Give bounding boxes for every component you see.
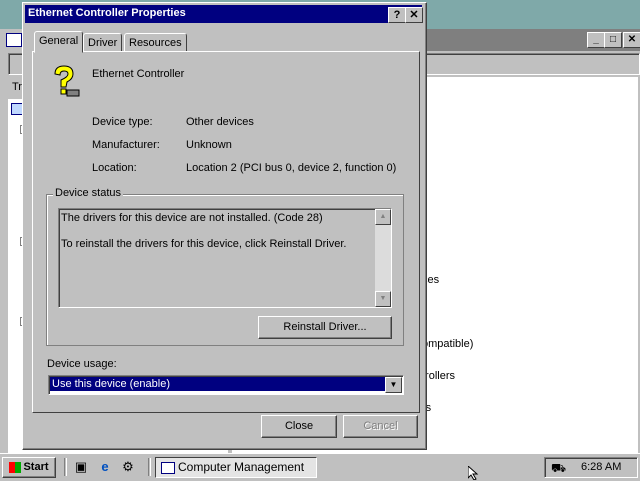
reinstall-driver-button[interactable]: Reinstall Driver... (258, 316, 392, 339)
taskbar-divider (148, 458, 151, 476)
close-icon[interactable]: ✕ (623, 32, 640, 48)
app-icon (6, 33, 22, 47)
minimize-icon[interactable]: _ (587, 32, 605, 48)
device-status-legend: Device status (53, 187, 124, 199)
clock[interactable]: 6:28 AM (581, 458, 621, 477)
chevron-down-icon[interactable]: ▼ (385, 377, 402, 393)
device-type-value: Other devices (186, 116, 254, 128)
tab-driver[interactable]: Driver (83, 33, 123, 52)
manufacturer-label: Manufacturer: (92, 139, 160, 151)
show-desktop-icon[interactable]: ▣ (73, 459, 89, 475)
properties-dialog: Ethernet Controller Properties ? ✕ Gener… (22, 2, 427, 450)
internet-explorer-icon[interactable]: e (97, 459, 113, 475)
bg-window-titlebar: _ □ ✕ (425, 29, 640, 51)
device-type-label: Device type: (92, 116, 153, 128)
device-list-fragment: ompatible) (422, 338, 474, 350)
status-line-1: The drivers for this device are not inst… (61, 212, 323, 224)
tab-general[interactable]: General (34, 31, 84, 53)
device-name: Ethernet Controller (92, 68, 185, 80)
unknown-device-icon (54, 65, 80, 97)
system-tray: ⛟ 6:28 AM (544, 457, 638, 478)
start-label: Start (23, 461, 49, 473)
manufacturer-value: Unknown (186, 139, 232, 151)
tab-resources[interactable]: Resources (124, 33, 187, 52)
device-usage-value: Use this device (enable) (50, 377, 385, 391)
mouse-cursor-icon (468, 466, 479, 480)
taskbar: Start ▣ e ⚙ Computer Management ⛟ 6:28 A… (0, 453, 640, 481)
computer-management-icon (161, 461, 175, 474)
start-button[interactable]: Start (2, 457, 56, 478)
cancel-button[interactable]: Cancel (343, 415, 418, 438)
bg-tab-fragment: Tr (12, 81, 22, 93)
tray-network-icon[interactable]: ⛟ (551, 459, 566, 478)
taskbar-divider (64, 458, 67, 476)
device-status-text[interactable]: The drivers for this device are not inst… (58, 208, 392, 308)
help-icon[interactable]: ? (388, 7, 406, 23)
device-usage-select[interactable]: Use this device (enable) ▼ (48, 375, 404, 395)
device-usage-label: Device usage: (47, 358, 117, 370)
close-button[interactable]: Close (261, 415, 337, 438)
close-icon[interactable]: ✕ (405, 7, 423, 23)
status-scrollbar[interactable]: ▲ ▼ (375, 209, 391, 307)
location-value: Location 2 (PCI bus 0, device 2, functio… (186, 162, 397, 174)
task-label: Computer Management (178, 460, 305, 474)
status-line-2: To reinstall the drivers for this device… (61, 238, 347, 250)
scroll-down-icon[interactable]: ▼ (375, 291, 391, 307)
windows-logo-icon (9, 461, 22, 473)
scroll-up-icon[interactable]: ▲ (375, 209, 391, 225)
dialog-titlebar[interactable]: Ethernet Controller Properties ? ✕ (25, 5, 423, 23)
taskbar-item-computer-management[interactable]: Computer Management (155, 457, 317, 478)
network-icon[interactable]: ⚙ (120, 459, 136, 475)
dialog-title: Ethernet Controller Properties (28, 7, 186, 19)
location-label: Location: (92, 162, 137, 174)
maximize-icon[interactable]: □ (604, 32, 622, 48)
